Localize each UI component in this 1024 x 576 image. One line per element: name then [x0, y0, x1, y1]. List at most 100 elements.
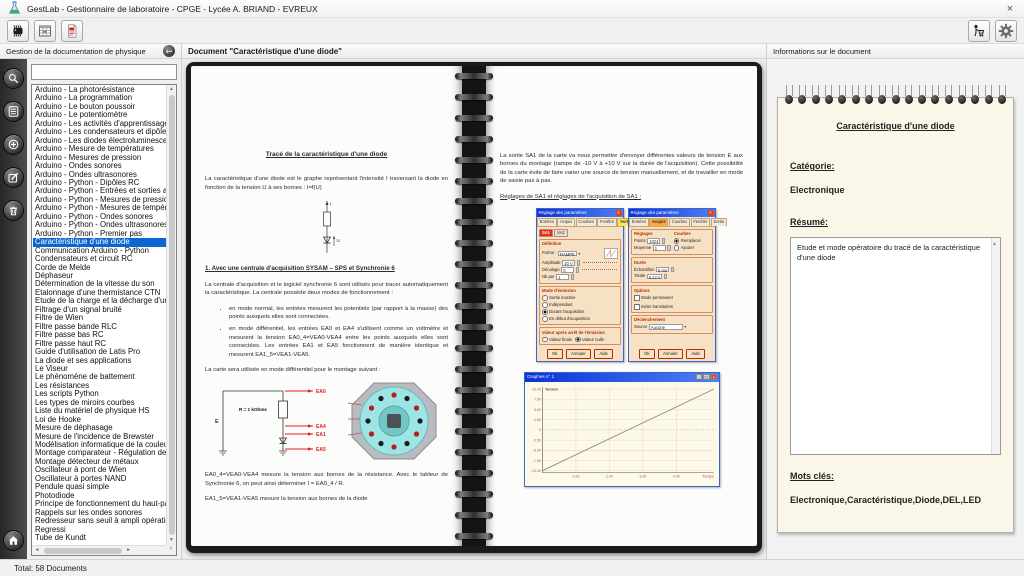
- dialog-reglage-acquisition: Réglage des paramètres × EntréesAcquisCo…: [628, 208, 716, 362]
- binder-rings: [785, 85, 1006, 104]
- trash-icon[interactable]: [3, 200, 24, 221]
- scroll-up-icon[interactable]: ▲: [167, 85, 177, 94]
- list-item[interactable]: Filtre passe bande RLC: [33, 323, 166, 331]
- list-item[interactable]: Montage détecteur de métaux: [33, 458, 166, 466]
- list-item[interactable]: Caractéristique d'une diode: [33, 238, 166, 246]
- list-item[interactable]: Filtre de Wien: [33, 314, 166, 322]
- list-item[interactable]: Arduino - Python - Dipôles RC: [33, 179, 166, 187]
- list-item[interactable]: Arduino - Le bouton poussoir: [33, 103, 166, 111]
- pdf-document-icon[interactable]: [61, 20, 83, 42]
- dialog-title: Réglage des paramètres: [631, 210, 679, 216]
- chip-icon[interactable]: [7, 20, 29, 42]
- horizontal-scrollbar[interactable]: ◄ ►: [32, 545, 166, 555]
- dialog-tabs: EntréesAcquisCourbesFenêtreSortie: [537, 217, 623, 227]
- window-close-icon[interactable]: ×: [996, 0, 1024, 17]
- list-item[interactable]: Filtre passe bas RC: [33, 331, 166, 339]
- list-item[interactable]: Arduino - Python - Mesures de pression: [33, 196, 166, 204]
- list-item[interactable]: Le phénomène de battement: [33, 373, 166, 381]
- planning-grid-icon[interactable]: [34, 20, 56, 42]
- person-cart-icon[interactable]: [968, 20, 990, 42]
- list-item[interactable]: Arduino - Python - Ondes ultrasonores: [33, 221, 166, 229]
- right-page-content: La sortie SA1 de la carte va nous permet…: [486, 66, 757, 546]
- list-item[interactable]: Loi de Hooke: [33, 416, 166, 424]
- list-item[interactable]: Oscillateur à pont de Wien: [33, 466, 166, 474]
- list-item[interactable]: Détermination de la vitesse du son: [33, 280, 166, 288]
- list-item[interactable]: Arduino - Python - Entrées et sorties an…: [33, 187, 166, 195]
- page-margin: [500, 90, 743, 152]
- spiral-coil: [455, 428, 493, 434]
- scroll-down-icon[interactable]: ▼: [167, 536, 177, 545]
- field-label: Points: [634, 238, 646, 244]
- list-item[interactable]: Arduino - Le potentiomètre: [33, 111, 166, 119]
- list-item[interactable]: Arduino - Mesure de températures: [33, 145, 166, 153]
- close-icon: ×: [708, 210, 714, 216]
- list-item[interactable]: Arduino - Les condensateurs et dipôles R…: [33, 128, 166, 136]
- svg-text:EA1: EA1: [316, 432, 326, 438]
- list-item[interactable]: Arduino - Les diodes électroluminescente…: [33, 137, 166, 145]
- list-item[interactable]: Redresseur sans seuil à ampli opérationn…: [33, 517, 166, 525]
- list-item[interactable]: Modélisation informatique de la couleur: [33, 441, 166, 449]
- add-icon[interactable]: [3, 134, 24, 155]
- list-item[interactable]: Arduino - Ondes ultrasonores: [33, 171, 166, 179]
- list-item[interactable]: Les résistances: [33, 382, 166, 390]
- list-item[interactable]: Tube de Kundt: [33, 534, 166, 542]
- list-item[interactable]: Déphaseur: [33, 272, 166, 280]
- radio-option: Sortie inactive: [542, 295, 618, 301]
- list-item[interactable]: Arduino - Les activités d'apprentissage: [33, 120, 166, 128]
- list-item[interactable]: Condensateurs et circuit RC: [33, 255, 166, 263]
- list-item[interactable]: Arduino - Python - Mesures de températur…: [33, 204, 166, 212]
- list-item[interactable]: Oscillateur à portes NAND: [33, 475, 166, 483]
- list-item[interactable]: Rappels sur les ondes sonores: [33, 509, 166, 517]
- spiral-coil: [455, 512, 493, 518]
- list-item[interactable]: Communication Arduino - Python: [33, 247, 166, 255]
- list-item[interactable]: Les types de miroirs courbes: [33, 399, 166, 407]
- list-item[interactable]: Filtre passe haut RC: [33, 340, 166, 348]
- scroll-left-icon[interactable]: ◄: [32, 546, 42, 555]
- scroll-thumb[interactable]: [169, 95, 175, 535]
- list-item[interactable]: Arduino - La programmation: [33, 94, 166, 102]
- catalog-icon[interactable]: [3, 101, 24, 122]
- gear-icon[interactable]: [995, 20, 1017, 42]
- list-item[interactable]: Pendule quasi simple: [33, 483, 166, 491]
- list-item[interactable]: Arduino - Python - Ondes sonores: [33, 213, 166, 221]
- list-item[interactable]: Le Viseur: [33, 365, 166, 373]
- list-item[interactable]: Etalonnage d'une thermistance CTN: [33, 289, 166, 297]
- dialog-tab: Courbes: [669, 218, 690, 226]
- list-item[interactable]: Les scripts Python: [33, 390, 166, 398]
- scroll-thumb-h[interactable]: [44, 548, 122, 554]
- summary-textarea[interactable]: Etude et mode opératoire du tracé de la …: [790, 237, 1001, 455]
- list-item[interactable]: Arduino - Mesures de pression: [33, 154, 166, 162]
- document-panel-header: Document "Caractéristique d'une diode": [182, 44, 766, 59]
- list-item[interactable]: Mesure de déphasage: [33, 424, 166, 432]
- summary-scrollbar[interactable]: ▲: [991, 238, 1000, 454]
- search-icon[interactable]: [3, 68, 24, 89]
- search-input[interactable]: [31, 64, 177, 80]
- list-item[interactable]: Liste du matériel de physique HS: [33, 407, 166, 415]
- edit-icon[interactable]: [3, 167, 24, 188]
- spiral-coil: [455, 408, 493, 414]
- valeur-radio-group: Valeur finaleValeur nulle: [542, 337, 618, 343]
- list-item[interactable]: La diode et ses applications: [33, 357, 166, 365]
- fieldset-legend: Réglages: [634, 231, 671, 237]
- binder-ring: [918, 85, 926, 104]
- spiral-coil: [455, 470, 493, 476]
- list-item[interactable]: Filtrage d'un signal bruité: [33, 306, 166, 314]
- list-item[interactable]: Photodiode: [33, 492, 166, 500]
- list-item[interactable]: Montage comparateur - Régulation de temp…: [33, 449, 166, 457]
- list-item[interactable]: Arduino - Python - Premier pas: [33, 230, 166, 238]
- list-item[interactable]: Arduino - Ondes sonores: [33, 162, 166, 170]
- dialog-reglage-sortie: Réglage des paramètres × EntréesAcquisCo…: [536, 208, 624, 362]
- vertical-scrollbar[interactable]: ▲ ▼: [166, 85, 176, 545]
- back-arrow-icon[interactable]: ↩: [163, 45, 175, 57]
- list-item[interactable]: Guide d'utilisation de Latis Pro: [33, 348, 166, 356]
- list-item[interactable]: Principe de fonctionnement du haut-parle…: [33, 500, 166, 508]
- list-item[interactable]: Etude de la charge et la décharge d'un c…: [33, 297, 166, 305]
- list-item[interactable]: Mesure de l'incidence de Brewster: [33, 433, 166, 441]
- list-item[interactable]: Corde de Melde: [33, 264, 166, 272]
- toolbar-right-group: [968, 20, 1017, 42]
- list-item[interactable]: Regressi: [33, 526, 166, 534]
- list-item[interactable]: Arduino - La photorésistance: [33, 86, 166, 94]
- scroll-up-icon[interactable]: ▲: [992, 241, 997, 247]
- scroll-right-icon[interactable]: ►: [124, 546, 134, 555]
- home-icon[interactable]: [3, 530, 24, 551]
